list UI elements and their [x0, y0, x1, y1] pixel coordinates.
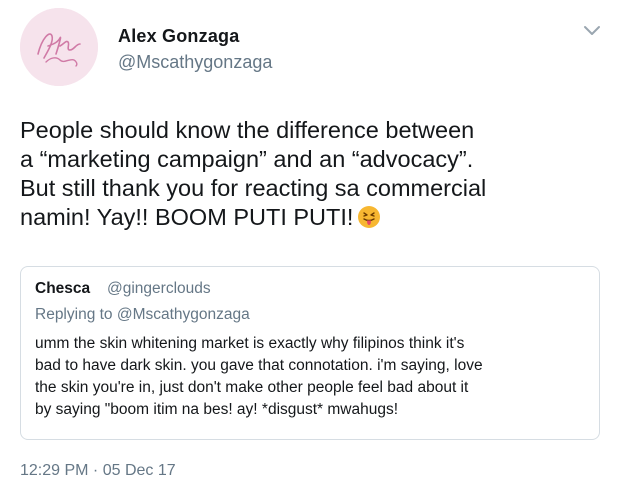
replying-to: Replying to @Mscathygonzaga — [35, 306, 250, 324]
chevron-down-icon[interactable] — [582, 24, 602, 38]
signature-logo-icon — [20, 8, 98, 86]
tweet-text: People should know the difference betwee… — [20, 116, 610, 232]
quoted-tweet[interactable]: Chesca @gingerclouds Replying to @Mscath… — [20, 266, 600, 440]
quoted-author-name: Chesca — [35, 280, 91, 297]
tweet-card: Alex Gonzaga @Mscathygonzaga People shou… — [0, 0, 620, 504]
tweet-timestamp[interactable]: 12:29 PM · 05 Dec 17 — [20, 462, 176, 480]
quoted-author-handle: @gingerclouds — [107, 280, 211, 297]
tongue-out-emoji-icon — [358, 206, 381, 228]
tweet-line: But still thank you for reacting sa comm… — [20, 175, 487, 201]
tweet-line-text: namin! Yay!! BOOM PUTI PUTI! — [20, 204, 354, 230]
quoted-line: the skin you're in, just don't make othe… — [35, 379, 469, 396]
quoted-line: by saying "boom itim na bes! ay! *disgus… — [35, 401, 399, 418]
tweet-line: People should know the difference betwee… — [20, 117, 475, 143]
replying-prefix: Replying to — [35, 306, 113, 323]
avatar[interactable] — [20, 8, 98, 86]
quoted-line: umm the skin whitening market is exactly… — [35, 335, 465, 352]
replying-mention[interactable]: @Mscathygonzaga — [117, 306, 250, 323]
author-handle[interactable]: @Mscathygonzaga — [118, 52, 272, 73]
tweet-line: a “marketing campaign” and an “advocacy”… — [20, 146, 474, 172]
quoted-line: bad to have dark skin. you gave that con… — [35, 357, 483, 374]
author-display-name[interactable]: Alex Gonzaga — [118, 26, 239, 47]
quoted-text: umm the skin whitening market is exactly… — [35, 333, 595, 421]
tweet-line-last: namin! Yay!! BOOM PUTI PUTI! — [20, 203, 610, 232]
